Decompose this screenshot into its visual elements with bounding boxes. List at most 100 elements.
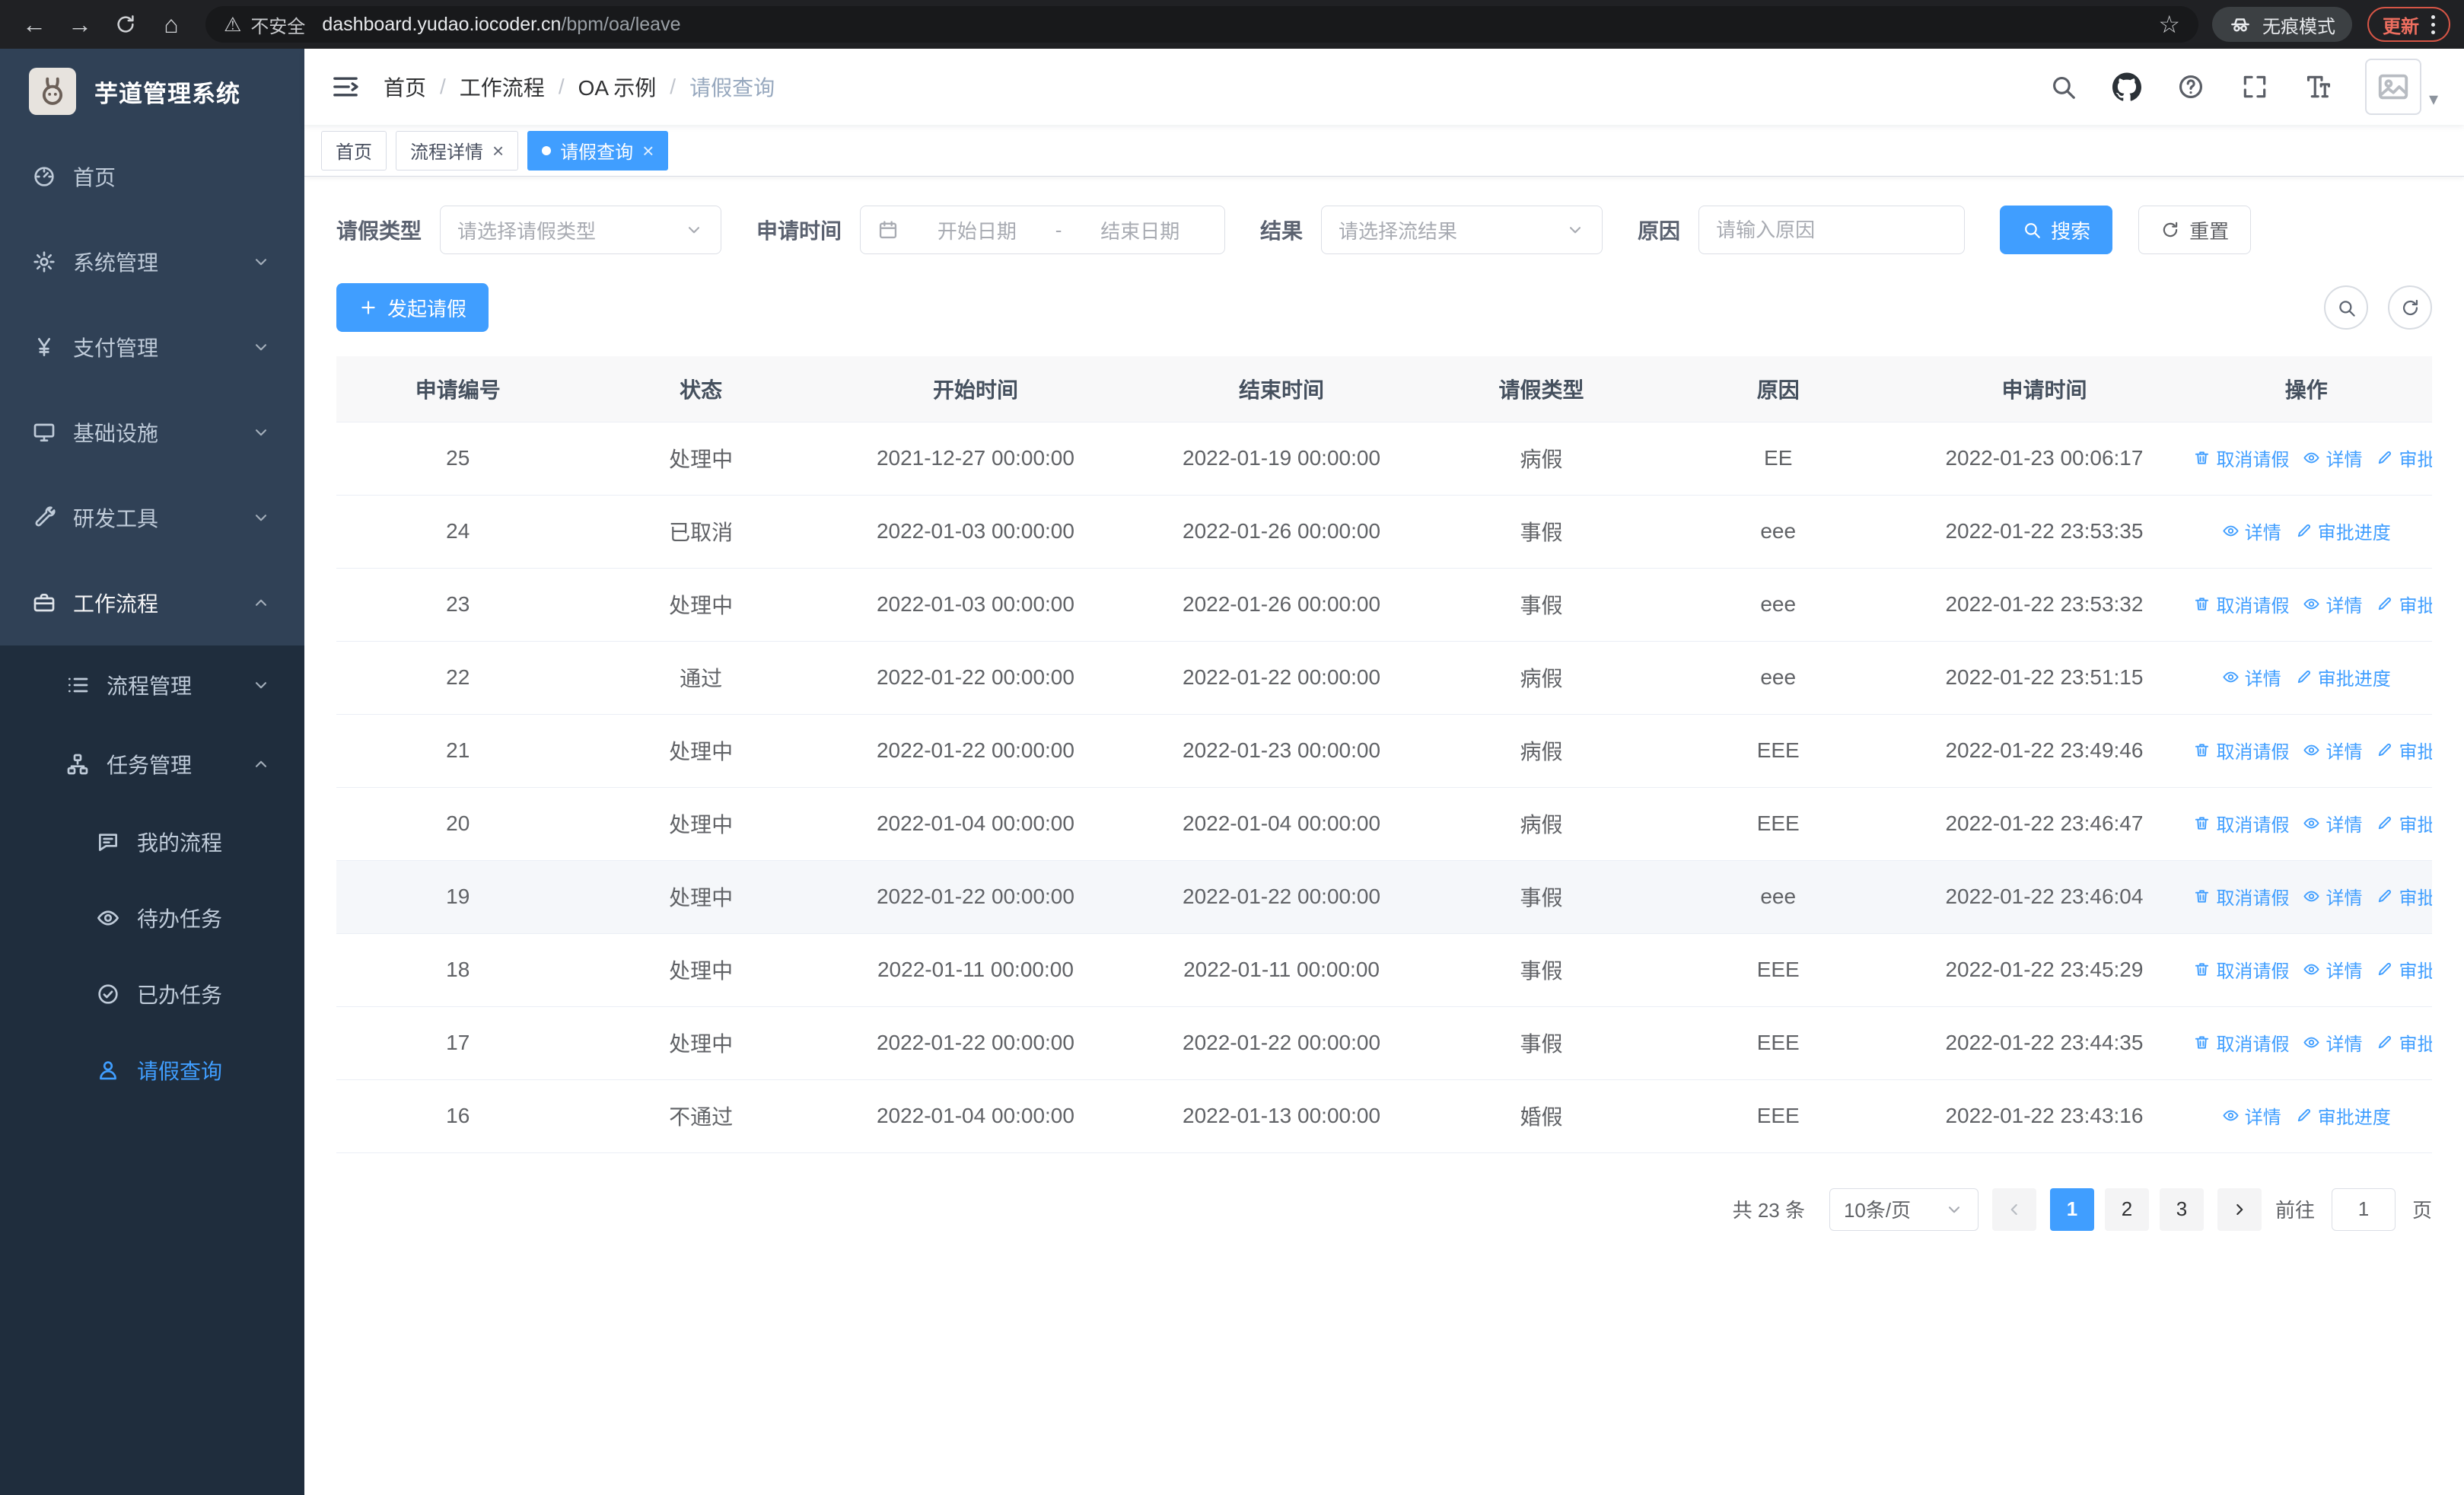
breadcrumb-item[interactable]: 工作流程 [460, 72, 545, 102]
cancel-icon [2193, 741, 2211, 759]
action-progress[interactable]: 审批进度 [2376, 883, 2432, 910]
leave-table: 申请编号 状态 开始时间 结束时间 请假类型 原因 申请时间 操作 25 处理中 2021-12-… [336, 356, 2432, 1153]
action-detail[interactable]: 详情 [2303, 445, 2362, 471]
toggle-search-button[interactable] [2324, 285, 2368, 330]
action-detail[interactable]: 详情 [2303, 883, 2362, 910]
back-button[interactable]: ← [14, 4, 55, 45]
page-button-3[interactable]: 3 [2159, 1187, 2204, 1231]
action-progress[interactable]: 审批进度 [2376, 810, 2432, 837]
cell-end: 2022-01-22 00:00:00 [1128, 1006, 1435, 1080]
chevron-down-icon [251, 337, 271, 357]
hamburger-icon[interactable] [330, 72, 361, 102]
action-detail[interactable]: 详情 [2303, 956, 2362, 983]
goto-page-input[interactable] [2331, 1187, 2396, 1231]
reason-label: 原因 [1638, 219, 1681, 243]
sidebar-item-10[interactable]: 已办任务 [0, 956, 304, 1032]
result-select[interactable]: 请选择流结果 [1321, 206, 1603, 254]
action-progress[interactable]: 审批进度 [2376, 737, 2432, 763]
sidebar-item-0[interactable]: 首页 [0, 134, 304, 219]
page-button-2[interactable]: 2 [2104, 1187, 2149, 1231]
sidebar-item-7[interactable]: 任务管理 [0, 725, 304, 804]
bookmark-star-icon[interactable]: ☆ [2158, 10, 2180, 39]
logo-image [29, 68, 76, 115]
action-detail[interactable]: 详情 [2303, 1029, 2362, 1056]
refresh-table-button[interactable] [2388, 285, 2432, 330]
page-size-select[interactable]: 10条/页 [1829, 1187, 1979, 1231]
search-icon[interactable] [2049, 72, 2077, 101]
action-progress[interactable]: 审批进度 [2376, 445, 2432, 471]
logo[interactable]: 芋道管理系统 [0, 49, 304, 134]
font-size-icon[interactable] [2304, 72, 2333, 101]
close-icon[interactable]: × [492, 141, 504, 161]
date-range-picker[interactable]: 开始日期 - 结束日期 [860, 206, 1226, 254]
action-cancel[interactable]: 取消请假 [2193, 737, 2289, 763]
cell-start: 2022-01-11 00:00:00 [822, 933, 1129, 1007]
sidebar-item-3[interactable]: 基础设施 [0, 390, 304, 475]
action-detail[interactable]: 详情 [2303, 737, 2362, 763]
chevron-down-icon [251, 508, 271, 528]
create-leave-button[interactable]: 发起请假 [336, 283, 489, 332]
sidebar-item-9[interactable]: 待办任务 [0, 880, 304, 956]
action-detail[interactable]: 详情 [2222, 518, 2281, 544]
tab-0[interactable]: 首页 [321, 130, 387, 171]
tab-2[interactable]: 请假查询 × [527, 130, 669, 171]
table-row: 18 处理中 2022-01-11 00:00:00 2022-01-11 00:00… [336, 933, 2432, 1007]
sidebar-item-8[interactable]: 我的流程 [0, 804, 304, 880]
action-progress[interactable]: 审批进度 [2376, 956, 2432, 983]
start-date-placeholder: 开始日期 [937, 219, 1017, 243]
action-detail[interactable]: 详情 [2303, 591, 2362, 617]
action-cancel[interactable]: 取消请假 [2193, 956, 2289, 983]
cell-id: 18 [336, 933, 580, 1007]
action-cancel[interactable]: 取消请假 [2193, 1029, 2289, 1056]
home-button[interactable]: ⌂ [151, 4, 192, 45]
action-cancel[interactable]: 取消请假 [2193, 445, 2289, 471]
progress-icon [2376, 814, 2393, 832]
reload-button[interactable] [105, 4, 146, 45]
action-detail[interactable]: 详情 [2222, 1102, 2281, 1129]
sidebar-item-1[interactable]: 系统管理 [0, 219, 304, 304]
search-button[interactable]: 搜索 [2000, 206, 2113, 254]
close-icon[interactable]: × [642, 141, 654, 161]
reason-input[interactable] [1716, 218, 1948, 242]
forward-button[interactable]: → [59, 4, 100, 45]
cell-start: 2022-01-22 00:00:00 [822, 641, 1129, 715]
sidebar-item-2[interactable]: 支付管理 [0, 304, 304, 390]
sidebar-item-11[interactable]: 请假查询 [0, 1032, 304, 1108]
progress-icon [2376, 1034, 2393, 1051]
cell-type: 事假 [1434, 568, 1648, 642]
sidebar-item-5[interactable]: 工作流程 [0, 560, 304, 645]
breadcrumb-item[interactable]: OA 示例 [578, 72, 657, 102]
action-progress[interactable]: 审批进度 [2295, 1102, 2391, 1129]
action-cancel[interactable]: 取消请假 [2193, 883, 2289, 910]
github-icon[interactable] [2112, 72, 2141, 101]
page-button-1[interactable]: 1 [2049, 1187, 2094, 1231]
breadcrumb-item[interactable]: 首页 [384, 72, 426, 102]
browser-menu-button[interactable]: 更新 [2367, 7, 2450, 42]
action-cancel[interactable]: 取消请假 [2193, 591, 2289, 617]
reset-button[interactable]: 重置 [2138, 206, 2252, 254]
action-detail[interactable]: 详情 [2303, 810, 2362, 837]
prev-page-button[interactable] [1991, 1187, 2036, 1231]
cell-actions: 取消请假详情审批进度 [2180, 422, 2432, 496]
action-progress[interactable]: 审批进度 [2376, 591, 2432, 617]
tab-1[interactable]: 流程详情 × [396, 130, 519, 171]
next-page-button[interactable] [2217, 1187, 2262, 1231]
chevron-down-icon [251, 675, 271, 695]
address-bar[interactable]: ⚠ 不安全 dashboard.yudao.iocoder.cn/bpm/oa/… [205, 6, 2198, 43]
cell-start: 2022-01-22 00:00:00 [822, 860, 1129, 934]
cell-actions: 取消请假详情审批进度 [2180, 568, 2432, 642]
action-progress[interactable]: 审批进度 [2376, 1029, 2432, 1056]
cell-start: 2022-01-03 00:00:00 [822, 495, 1129, 569]
security-chip[interactable]: ⚠ 不安全 [224, 11, 305, 38]
action-detail[interactable]: 详情 [2222, 664, 2281, 690]
cell-start: 2021-12-27 00:00:00 [822, 422, 1129, 496]
action-progress[interactable]: 审批进度 [2295, 664, 2391, 690]
help-icon[interactable] [2176, 72, 2205, 101]
leave-type-select[interactable]: 请选择请假类型 [440, 206, 722, 254]
sidebar-item-6[interactable]: 流程管理 [0, 645, 304, 725]
sidebar-item-4[interactable]: 研发工具 [0, 475, 304, 560]
action-cancel[interactable]: 取消请假 [2193, 810, 2289, 837]
user-menu[interactable]: ▾ [2364, 59, 2438, 115]
fullscreen-icon[interactable] [2240, 72, 2269, 101]
action-progress[interactable]: 审批进度 [2295, 518, 2391, 544]
